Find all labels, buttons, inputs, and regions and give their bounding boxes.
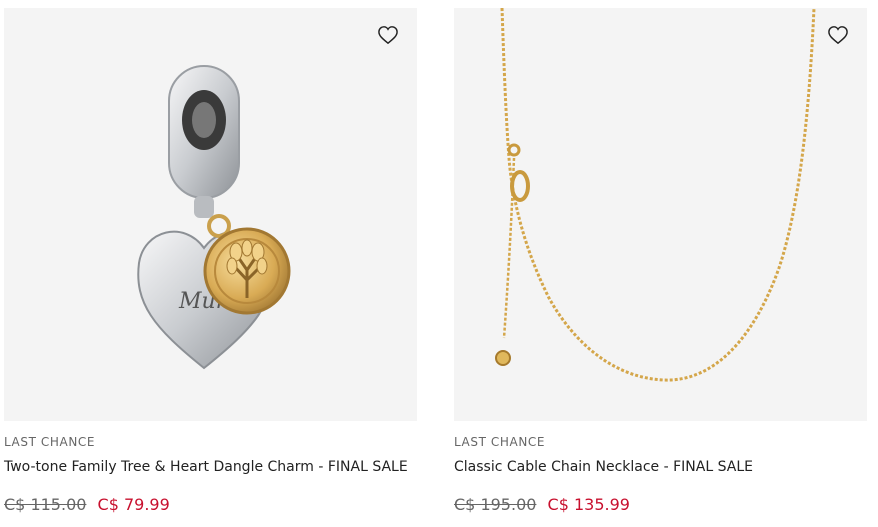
original-price: C$ 115.00 (4, 495, 87, 514)
price-row: C$ 115.00 C$ 79.99 (4, 495, 417, 514)
heart-outline-icon (378, 26, 398, 45)
sale-price: C$ 135.99 (547, 495, 630, 514)
product-image-container[interactable] (454, 8, 867, 421)
sale-price: C$ 79.99 (97, 495, 170, 514)
original-price: C$ 195.00 (454, 495, 537, 514)
heart-outline-icon (828, 26, 848, 45)
product-image-container[interactable]: Mum (4, 8, 417, 421)
product-name-link[interactable]: Two-tone Family Tree & Heart Dangle Char… (4, 459, 417, 475)
product-badge: LAST CHANCE (4, 435, 96, 449)
product-card[interactable]: LAST CHANCE Classic Cable Chain Necklace… (454, 8, 867, 514)
product-card[interactable]: Mum LAST CHANCE Two-tone Family Tree & H… (4, 8, 417, 514)
wishlist-button[interactable] (375, 22, 401, 48)
product-name-link[interactable]: Classic Cable Chain Necklace - FINAL SAL… (454, 459, 867, 475)
charm-image[interactable]: Mum (4, 8, 417, 421)
price-row: C$ 195.00 C$ 135.99 (454, 495, 867, 514)
wishlist-button[interactable] (825, 22, 851, 48)
product-badge: LAST CHANCE (454, 435, 546, 449)
necklace-image[interactable] (454, 8, 867, 421)
